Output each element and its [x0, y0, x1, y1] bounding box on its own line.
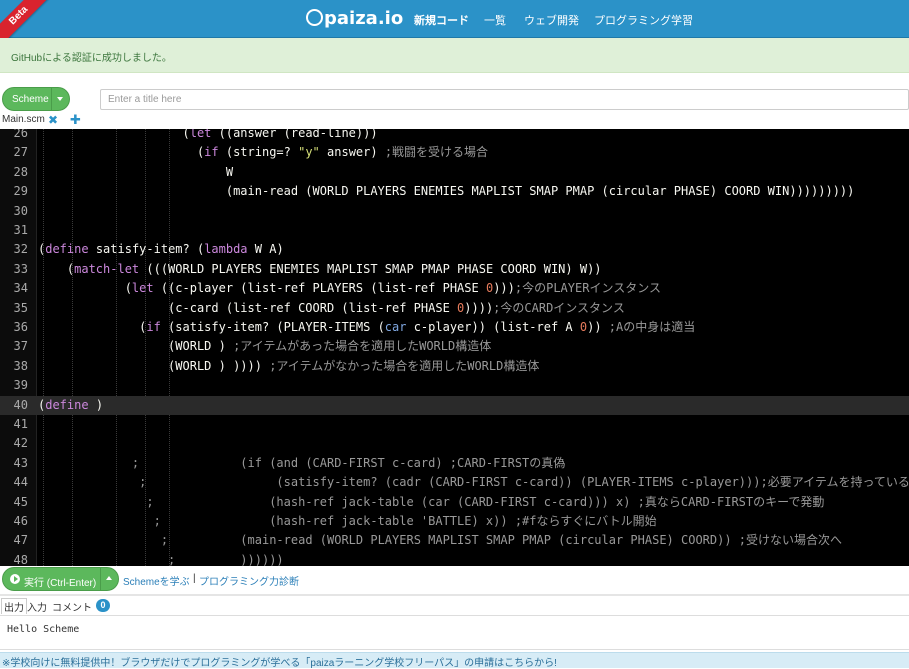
line-number: 39: [13, 378, 28, 393]
code-line[interactable]: 34 (let ((c-player (list-ref PLAYERS (li…: [0, 279, 909, 298]
code-text[interactable]: (match-let (((WORLD PLAYERS ENEMIES MAPL…: [38, 260, 602, 279]
code-text[interactable]: W: [38, 163, 233, 182]
file-tab-main[interactable]: Main.scm: [2, 114, 45, 125]
code-line[interactable]: 29 (main-read (WORLD PLAYERS ENEMIES MAP…: [0, 182, 909, 201]
line-number: 47: [13, 533, 28, 548]
tab-comment[interactable]: コメント: [52, 599, 92, 614]
line-number: 29: [13, 184, 28, 199]
code-line[interactable]: 39: [0, 376, 909, 395]
code-line[interactable]: 26 (let ((answer (read-line))): [0, 129, 909, 143]
logo-ring-icon: [306, 9, 323, 26]
code-line[interactable]: 45 ; (hash-ref jack-table (car (CARD-FIR…: [0, 493, 909, 512]
line-number: 34: [13, 281, 28, 296]
code-line[interactable]: 46 ; (hash-ref jack-table 'BATTLE) x)) ;…: [0, 512, 909, 531]
output-panel: Hello Scheme: [0, 615, 909, 650]
language-select-button[interactable]: Scheme: [2, 87, 70, 111]
code-text[interactable]: (c-card (list-ref COORD (list-ref PHASE …: [38, 299, 625, 318]
skill-check-link[interactable]: プログラミング力診断: [199, 573, 299, 588]
line-number: 40: [13, 397, 28, 412]
code-line[interactable]: 42: [0, 434, 909, 453]
footer-banner[interactable]: ※学校向けに無料提供中！ブラウザだけでプログラミングが学べる「paizaラーニン…: [0, 652, 909, 669]
code-line[interactable]: 47 ; (main-read (WORLD PLAYERS MAPLIST S…: [0, 531, 909, 550]
tab-output[interactable]: 出力: [1, 598, 27, 614]
code-line[interactable]: 48 ; )))))): [0, 551, 909, 566]
line-number: 38: [13, 358, 28, 373]
run-button[interactable]: 実行 (Ctrl-Enter): [2, 567, 119, 591]
code-line[interactable]: 38 (WORLD ) )))) ;アイテムがなかった場合を適用したWORLD構…: [0, 357, 909, 376]
code-text[interactable]: ; (main-read (WORLD PLAYERS MAPLIST SMAP…: [38, 531, 842, 550]
link-separator: |: [193, 573, 196, 584]
run-label: 実行 (Ctrl-Enter): [24, 578, 97, 589]
line-number: 28: [13, 164, 28, 179]
code-line[interactable]: 31: [0, 221, 909, 240]
code-text[interactable]: (define satisfy-item? (lambda W A): [38, 240, 284, 259]
add-file-icon[interactable]: ✚: [70, 112, 81, 128]
line-number: 31: [13, 223, 28, 237]
auth-success-alert: GitHubによる認証に成功しました。: [0, 38, 909, 73]
code-line[interactable]: 43 ; (if (and (CARD-FIRST c-card) ;CARD-…: [0, 454, 909, 473]
code-line[interactable]: 41: [0, 415, 909, 434]
code-editor[interactable]: 26 (let ((answer (read-line))) 27 (if (st…: [0, 129, 909, 566]
code-line[interactable]: 35 (c-card (list-ref COORD (list-ref PHA…: [0, 299, 909, 318]
alert-message: GitHubによる認証に成功しました。: [11, 53, 172, 64]
code-line[interactable]: 32 (define satisfy-item? (lambda W A): [0, 240, 909, 259]
code-text[interactable]: ; )))))): [38, 551, 284, 566]
panel-divider[interactable]: [0, 594, 909, 596]
code-text[interactable]: (if (string=? "y" answer) ;戦闘を受ける場合: [38, 143, 488, 162]
code-line[interactable]: 27 (if (string=? "y" answer) ;戦闘を受ける場合: [0, 143, 909, 162]
file-tab-bar: Main.scm ✖ ✚: [0, 112, 909, 129]
play-icon: [10, 574, 20, 584]
code-text[interactable]: (let ((c-player (list-ref PLAYERS (list-…: [38, 279, 661, 298]
logo-text: paiza.io: [324, 8, 404, 29]
line-number: 33: [13, 261, 28, 276]
learn-scheme-link[interactable]: Schemeを学ぶ: [123, 573, 190, 588]
io-tabs: 出力 入力 コメント 0: [0, 598, 909, 614]
line-number: 27: [13, 145, 28, 160]
paiza-logo[interactable]: paiza.io: [306, 8, 403, 29]
language-label: Scheme: [12, 94, 49, 105]
line-number: 48: [13, 552, 28, 566]
top-header: Beta paiza.io 新規コード 一覧 ウェブ開発 プログラミング学習: [0, 0, 909, 48]
code-line[interactable]: 36 (if (satisfy-item? (PLAYER-ITEMS (car…: [0, 318, 909, 337]
code-text[interactable]: ; (satisfy-item? (cadr (CARD-FIRST c-car…: [38, 473, 909, 492]
close-icon[interactable]: ✖: [48, 113, 58, 127]
line-number: 44: [13, 475, 28, 490]
line-number: 46: [13, 514, 28, 528]
tab-input[interactable]: 入力: [27, 599, 47, 614]
nav-programming-learning[interactable]: プログラミング学習: [594, 12, 693, 28]
chevron-up-icon[interactable]: [100, 568, 118, 590]
code-line[interactable]: 44 ; (satisfy-item? (cadr (CARD-FIRST c-…: [0, 473, 909, 492]
line-number: 43: [13, 455, 28, 470]
line-number: 41: [13, 417, 28, 431]
code-line[interactable]: 33 (match-let (((WORLD PLAYERS ENEMIES M…: [0, 260, 909, 279]
line-number: 32: [13, 242, 28, 257]
code-text[interactable]: ; (hash-ref jack-table 'BATTLE) x)) ;#fな…: [38, 512, 657, 531]
code-text[interactable]: (let ((answer (read-line))): [38, 129, 377, 143]
line-number: 45: [13, 494, 28, 509]
line-number: 35: [13, 300, 28, 315]
code-text[interactable]: ; (if (and (CARD-FIRST c-card) ;CARD-FIR…: [38, 454, 565, 473]
code-text[interactable]: (WORLD ) )))) ;アイテムがなかった場合を適用したWORLD構造体: [38, 357, 539, 376]
code-text[interactable]: ; (hash-ref jack-table (car (CARD-FIRST …: [38, 493, 824, 512]
line-number: 37: [13, 339, 28, 354]
line-number: 36: [13, 320, 28, 334]
code-text[interactable]: (WORLD ) ;アイテムがあった場合を適用したWORLD構造体: [38, 337, 491, 356]
title-input[interactable]: [100, 89, 909, 110]
code-text[interactable]: (if (satisfy-item? (PLAYER-ITEMS (car c-…: [38, 318, 695, 337]
comment-count-badge: 0: [96, 599, 110, 612]
nav-web-dev[interactable]: ウェブ開発: [524, 12, 579, 28]
nav-new-code[interactable]: 新規コード: [414, 12, 469, 28]
code-text[interactable]: (main-read (WORLD PLAYERS ENEMIES MAPLIS…: [38, 182, 855, 201]
code-line[interactable]: 30: [0, 202, 909, 221]
output-text: Hello Scheme: [7, 624, 80, 635]
line-number: 26: [13, 129, 28, 140]
nav-list[interactable]: 一覧: [484, 12, 506, 28]
code-text[interactable]: (define ): [38, 396, 103, 415]
code-line[interactable]: 40 (define ): [0, 395, 909, 415]
line-number: 30: [13, 203, 28, 218]
code-line[interactable]: 37 (WORLD ) ;アイテムがあった場合を適用したWORLD構造体: [0, 337, 909, 356]
chevron-down-icon[interactable]: [51, 88, 69, 110]
line-number: 42: [13, 436, 28, 451]
code-line[interactable]: 28 W: [0, 163, 909, 182]
